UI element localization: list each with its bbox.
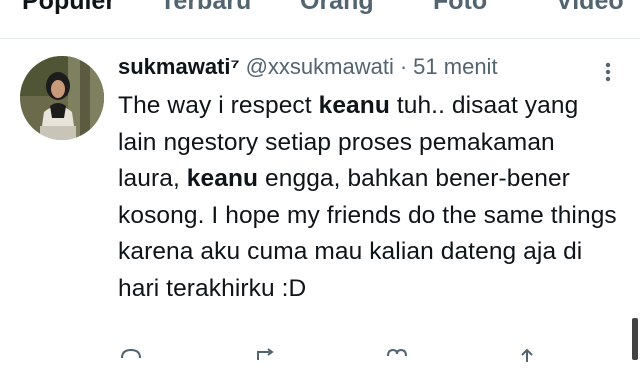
scrollbar-thumb[interactable] <box>632 318 638 360</box>
tweet-header: sukmawati⁷ @xxsukmawati · 51 menit <box>118 54 498 88</box>
mention-keanu: keanu <box>186 165 259 192</box>
tabs-divider <box>0 38 640 39</box>
tweet-actions <box>118 348 618 368</box>
active-tab-indicator <box>20 13 142 17</box>
tweet-time[interactable]: 51 menit <box>413 54 497 79</box>
like-icon[interactable] <box>384 348 410 368</box>
tweet-text-part: The way i respect <box>118 92 319 119</box>
retweet-icon[interactable] <box>254 348 280 368</box>
tab-video[interactable]: Video <box>556 0 624 16</box>
more-vertical-icon[interactable] <box>598 60 618 84</box>
tab-foto[interactable]: Foto <box>433 0 487 16</box>
avatar[interactable] <box>20 56 104 140</box>
user-handle[interactable]: @xxsukmawati <box>246 54 394 79</box>
avatar-photo <box>20 56 104 140</box>
display-name[interactable]: sukmawati⁷ <box>118 54 240 79</box>
reply-icon[interactable] <box>118 348 144 368</box>
separator-dot: · <box>399 54 408 79</box>
tweet-text: The way i respect keanu tuh.. disaat yan… <box>118 88 618 307</box>
search-tabs: Populer Terbaru Orang Foto Video <box>0 0 640 40</box>
mention-keanu: keanu <box>318 92 390 119</box>
tab-terbaru[interactable]: Terbaru <box>160 0 251 16</box>
tab-orang[interactable]: Orang <box>300 0 374 16</box>
share-icon[interactable] <box>514 348 540 368</box>
